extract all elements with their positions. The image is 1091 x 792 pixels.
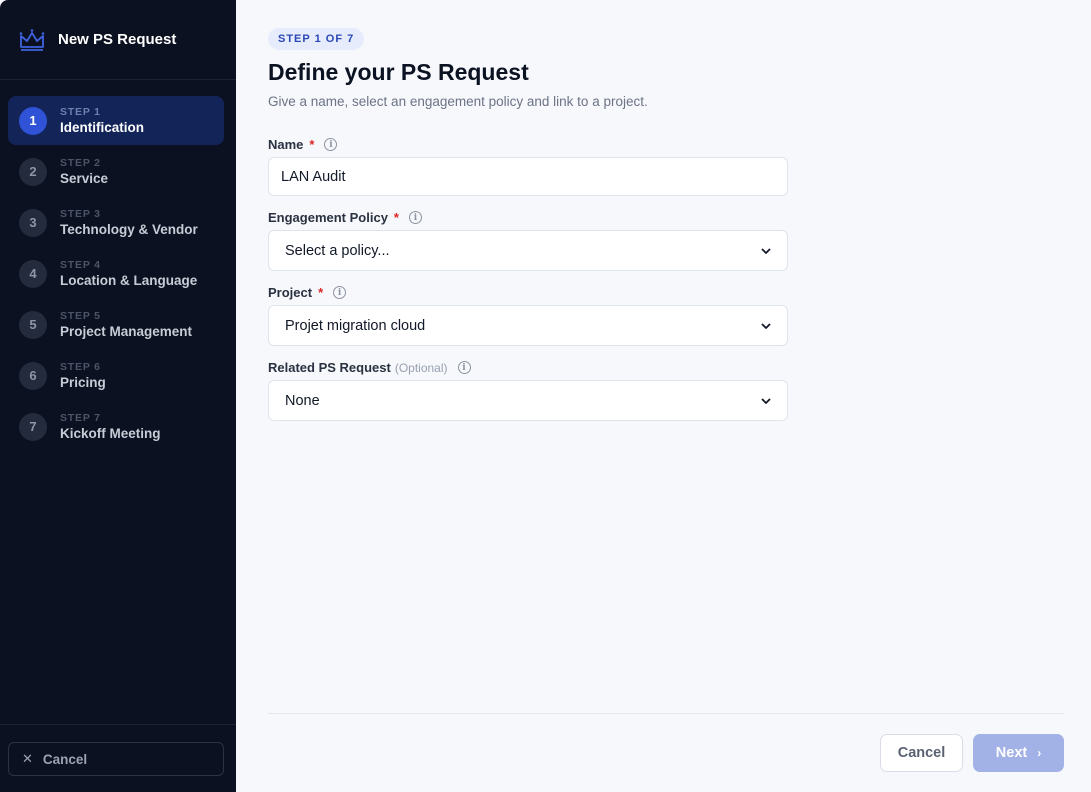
step-number: 7 — [19, 412, 47, 441]
step-item-technology-vendor[interactable]: 3 STEP 3 Technology & Vendor — [8, 198, 224, 247]
related-ps-request-label-text: Related PS Request — [268, 360, 391, 375]
step-item-service[interactable]: 2 STEP 2 Service — [8, 147, 224, 196]
required-marker: * — [309, 137, 315, 152]
related-ps-request-select[interactable]: None — [268, 380, 788, 421]
step-label: Location & Language — [60, 272, 198, 288]
name-label-text: Name — [268, 137, 304, 152]
engagement-policy-value: Select a policy... — [285, 242, 390, 259]
engagement-policy-select[interactable]: Select a policy... — [268, 230, 788, 271]
chevron-right-icon: › — [1037, 746, 1042, 760]
page-subtitle: Give a name, select an engagement policy… — [268, 94, 648, 109]
sidebar: New PS Request 1 STEP 1 Identification 2… — [0, 0, 236, 792]
next-button-label: Next — [995, 745, 1028, 761]
engagement-policy-label: Engagement Policy * i — [268, 210, 422, 225]
step-label: Project Management — [60, 323, 193, 339]
step-number: 2 — [19, 157, 47, 186]
chevron-down-icon — [761, 398, 771, 404]
step-kicker: STEP 1 — [60, 105, 101, 118]
required-marker: * — [393, 210, 399, 225]
step-label: Pricing — [60, 374, 106, 390]
step-kicker: STEP 3 — [60, 207, 101, 220]
project-select[interactable]: Projet migration cloud — [268, 305, 788, 346]
step-kicker: STEP 6 — [60, 360, 101, 373]
close-icon: ✕ — [22, 751, 33, 766]
info-icon[interactable]: i — [333, 286, 347, 299]
page-title: Define your PS Request — [268, 59, 529, 85]
chevron-down-icon — [761, 248, 771, 254]
crown-icon — [19, 28, 45, 51]
step-kicker: STEP 5 — [60, 309, 101, 322]
step-item-pricing[interactable]: 6 STEP 6 Pricing — [8, 351, 224, 400]
step-label: Service — [60, 170, 109, 186]
engagement-policy-label-text: Engagement Policy — [268, 210, 388, 225]
step-kicker: STEP 4 — [60, 258, 101, 271]
sidebar-cancel-button[interactable]: ✕ Cancel — [8, 742, 224, 776]
required-marker: * — [318, 285, 324, 300]
cancel-button[interactable]: Cancel — [880, 734, 963, 772]
info-icon[interactable]: i — [457, 361, 471, 374]
optional-marker: (Optional) — [394, 360, 448, 375]
name-label: Name * i — [268, 137, 338, 152]
related-ps-request-label: Related PS Request (Optional) i — [268, 360, 471, 375]
step-kicker: STEP 2 — [60, 156, 101, 169]
next-button[interactable]: Next › — [973, 734, 1064, 772]
step-number: 4 — [19, 259, 47, 288]
step-badge: STEP 1 OF 7 — [268, 28, 365, 50]
step-kicker: STEP 7 — [60, 411, 101, 424]
project-value: Projet migration cloud — [285, 317, 426, 334]
step-item-location-language[interactable]: 4 STEP 4 Location & Language — [8, 249, 224, 298]
step-item-kickoff-meeting[interactable]: 7 STEP 7 Kickoff Meeting — [8, 402, 224, 451]
chevron-down-icon — [761, 323, 771, 329]
name-input[interactable] — [268, 157, 788, 196]
step-list: 1 STEP 1 Identification 2 STEP 2 Service… — [8, 96, 224, 453]
related-ps-request-value: None — [285, 392, 320, 409]
step-number: 6 — [19, 361, 47, 390]
sidebar-cancel-label: Cancel — [42, 751, 88, 767]
sidebar-footer: ✕ Cancel — [0, 724, 236, 792]
step-number: 5 — [19, 310, 47, 339]
step-number: 1 — [19, 106, 47, 135]
project-label-text: Project — [268, 285, 313, 300]
step-item-project-management[interactable]: 5 STEP 5 Project Management — [8, 300, 224, 349]
footer-divider — [268, 713, 1064, 714]
info-icon[interactable]: i — [324, 138, 338, 151]
sidebar-header: New PS Request — [0, 0, 236, 80]
project-label: Project * i — [268, 285, 347, 300]
step-item-identification[interactable]: 1 STEP 1 Identification — [8, 96, 224, 145]
cancel-button-label: Cancel — [897, 745, 946, 761]
step-number: 3 — [19, 208, 47, 237]
step-label: Kickoff Meeting — [60, 425, 161, 441]
step-label: Technology & Vendor — [60, 221, 198, 237]
step-label: Identification — [60, 119, 144, 135]
sidebar-title: New PS Request — [58, 31, 177, 48]
info-icon[interactable]: i — [408, 211, 422, 224]
